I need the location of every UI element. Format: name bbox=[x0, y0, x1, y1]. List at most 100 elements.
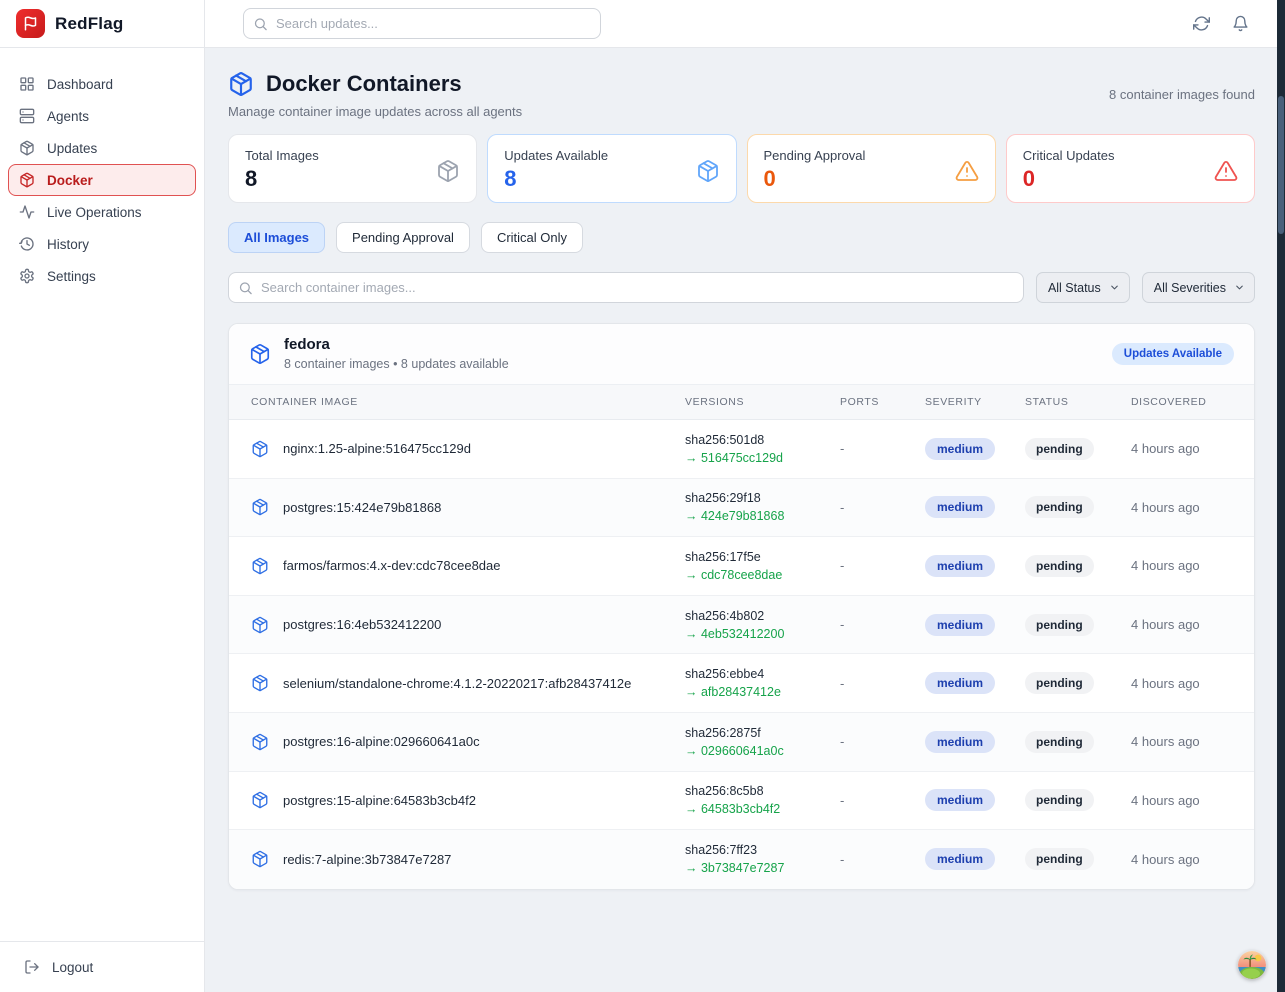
image-search-input[interactable] bbox=[228, 272, 1024, 303]
sidebar-item-label: Docker bbox=[47, 173, 93, 188]
discovered-value: 4 hours ago bbox=[1131, 793, 1254, 808]
sidebar-item-live-operations[interactable]: Live Operations bbox=[8, 196, 196, 228]
tab-critical-only[interactable]: Critical Only bbox=[481, 222, 583, 253]
page-subtitle: Manage container image updates across al… bbox=[228, 104, 522, 119]
chevron-down-icon bbox=[1109, 282, 1120, 293]
ports-value: - bbox=[840, 558, 925, 573]
main-content: Docker Containers Manage container image… bbox=[205, 49, 1277, 992]
sidebar-item-label: History bbox=[47, 237, 89, 252]
discovered-value: 4 hours ago bbox=[1131, 734, 1254, 749]
sidebar-item-settings[interactable]: Settings bbox=[8, 260, 196, 292]
search-icon bbox=[238, 280, 253, 295]
ports-value: - bbox=[840, 676, 925, 691]
page-title: Docker Containers bbox=[266, 71, 462, 97]
version-new: → 3b73847e7287 bbox=[685, 861, 840, 875]
fedora-group-card: fedora 8 container images • 8 updates av… bbox=[228, 323, 1255, 890]
version-new: → cdc78cee8dae bbox=[685, 568, 840, 582]
scrollbar-thumb[interactable] bbox=[1278, 96, 1284, 234]
container-package-icon bbox=[251, 850, 269, 868]
container-image-name: postgres:16:4eb532412200 bbox=[283, 617, 441, 632]
filter-tabs: All Images Pending Approval Critical Onl… bbox=[228, 222, 1255, 253]
version-new: → 516475cc129d bbox=[685, 451, 840, 465]
status-badge: pending bbox=[1025, 614, 1094, 636]
version-current: sha256:29f18 bbox=[685, 491, 840, 505]
stat-card-total-images: Total Images 8 bbox=[228, 134, 477, 203]
group-meta: 8 container images • 8 updates available bbox=[284, 357, 509, 371]
stat-value: 8 bbox=[504, 166, 608, 192]
container-package-icon bbox=[251, 616, 269, 634]
table-row[interactable]: postgres:16:4eb532412200 sha256:4b802→ 4… bbox=[229, 596, 1254, 655]
scrollbar-track[interactable] bbox=[1277, 0, 1285, 992]
sidebar-item-agents[interactable]: Agents bbox=[8, 100, 196, 132]
stat-card-critical-updates: Critical Updates 0 bbox=[1006, 134, 1255, 203]
container-image-name: postgres:16-alpine:029660641a0c bbox=[283, 734, 480, 749]
package-icon bbox=[436, 159, 460, 183]
stat-value: 8 bbox=[245, 166, 319, 192]
container-package-icon bbox=[251, 674, 269, 692]
flag-icon bbox=[23, 16, 38, 31]
status-badge: pending bbox=[1025, 848, 1094, 870]
island-widget-icon[interactable] bbox=[1238, 951, 1266, 979]
version-new: → 64583b3cb4f2 bbox=[685, 802, 840, 816]
col-status: STATUS bbox=[1025, 396, 1131, 408]
table-row[interactable]: postgres:15:424e79b81868 sha256:29f18→ 4… bbox=[229, 479, 1254, 538]
table-row[interactable]: nginx:1.25-alpine:516475cc129d sha256:50… bbox=[229, 420, 1254, 479]
discovered-value: 4 hours ago bbox=[1131, 852, 1254, 867]
status-filter-value: All Status bbox=[1048, 281, 1101, 295]
brand: RedFlag bbox=[0, 0, 204, 48]
sidebar-item-docker[interactable]: Docker bbox=[8, 164, 196, 196]
status-badge: pending bbox=[1025, 672, 1094, 694]
sidebar-item-updates[interactable]: Updates bbox=[8, 132, 196, 164]
table-row[interactable]: redis:7-alpine:3b73847e7287 sha256:7ff23… bbox=[229, 830, 1254, 889]
group-name: fedora bbox=[284, 336, 509, 353]
global-search-input[interactable] bbox=[243, 8, 601, 39]
dashboard-icon bbox=[19, 76, 35, 92]
stat-value: 0 bbox=[764, 166, 866, 192]
settings-icon bbox=[19, 268, 35, 284]
activity-icon bbox=[19, 204, 35, 220]
stat-label: Updates Available bbox=[504, 148, 608, 163]
version-new: → 424e79b81868 bbox=[685, 509, 840, 523]
severity-filter-select[interactable]: All Severities bbox=[1142, 272, 1255, 303]
ports-value: - bbox=[840, 500, 925, 515]
version-new: → afb28437412e bbox=[685, 685, 840, 699]
stats-cards: Total Images 8 Updates Available 8 Pendi… bbox=[228, 134, 1255, 203]
sidebar-item-label: Dashboard bbox=[47, 77, 113, 92]
sidebar-item-history[interactable]: History bbox=[8, 228, 196, 260]
col-severity: SEVERITY bbox=[925, 396, 1025, 408]
version-current: sha256:ebbe4 bbox=[685, 667, 840, 681]
logout-label: Logout bbox=[52, 960, 93, 975]
container-image-name: farmos/farmos:4.x-dev:cdc78cee8dae bbox=[283, 558, 501, 573]
version-current: sha256:4b802 bbox=[685, 609, 840, 623]
sidebar-item-label: Agents bbox=[47, 109, 89, 124]
history-icon bbox=[19, 236, 35, 252]
image-search bbox=[228, 272, 1024, 303]
sidebar-item-dashboard[interactable]: Dashboard bbox=[8, 68, 196, 100]
agents-icon bbox=[19, 108, 35, 124]
container-image-name: nginx:1.25-alpine:516475cc129d bbox=[283, 441, 471, 456]
status-badge: pending bbox=[1025, 496, 1094, 518]
sidebar-item-label: Settings bbox=[47, 269, 96, 284]
status-badge: pending bbox=[1025, 789, 1094, 811]
sidebar-footer: Logout bbox=[0, 941, 204, 992]
table-row[interactable]: selenium/standalone-chrome:4.1.2-2022021… bbox=[229, 654, 1254, 713]
severity-badge: medium bbox=[925, 438, 995, 460]
ports-value: - bbox=[840, 793, 925, 808]
tab-all-images[interactable]: All Images bbox=[228, 222, 325, 253]
table-row[interactable]: postgres:15-alpine:64583b3cb4f2 sha256:8… bbox=[229, 772, 1254, 831]
container-package-icon bbox=[251, 733, 269, 751]
container-package-icon bbox=[251, 440, 269, 458]
discovered-value: 4 hours ago bbox=[1131, 441, 1254, 456]
status-filter-select[interactable]: All Status bbox=[1036, 272, 1130, 303]
tab-pending-approval[interactable]: Pending Approval bbox=[336, 222, 470, 253]
updates-icon bbox=[19, 140, 35, 156]
logout-button[interactable]: Logout bbox=[0, 959, 117, 975]
table-row[interactable]: farmos/farmos:4.x-dev:cdc78cee8dae sha25… bbox=[229, 537, 1254, 596]
global-search bbox=[243, 8, 601, 39]
table-row[interactable]: postgres:16-alpine:029660641a0c sha256:2… bbox=[229, 713, 1254, 772]
refresh-icon[interactable] bbox=[1193, 15, 1210, 32]
discovered-value: 4 hours ago bbox=[1131, 558, 1254, 573]
container-package-icon bbox=[251, 498, 269, 516]
stat-card-updates-available: Updates Available 8 bbox=[487, 134, 736, 203]
notifications-bell-icon[interactable] bbox=[1232, 15, 1249, 32]
